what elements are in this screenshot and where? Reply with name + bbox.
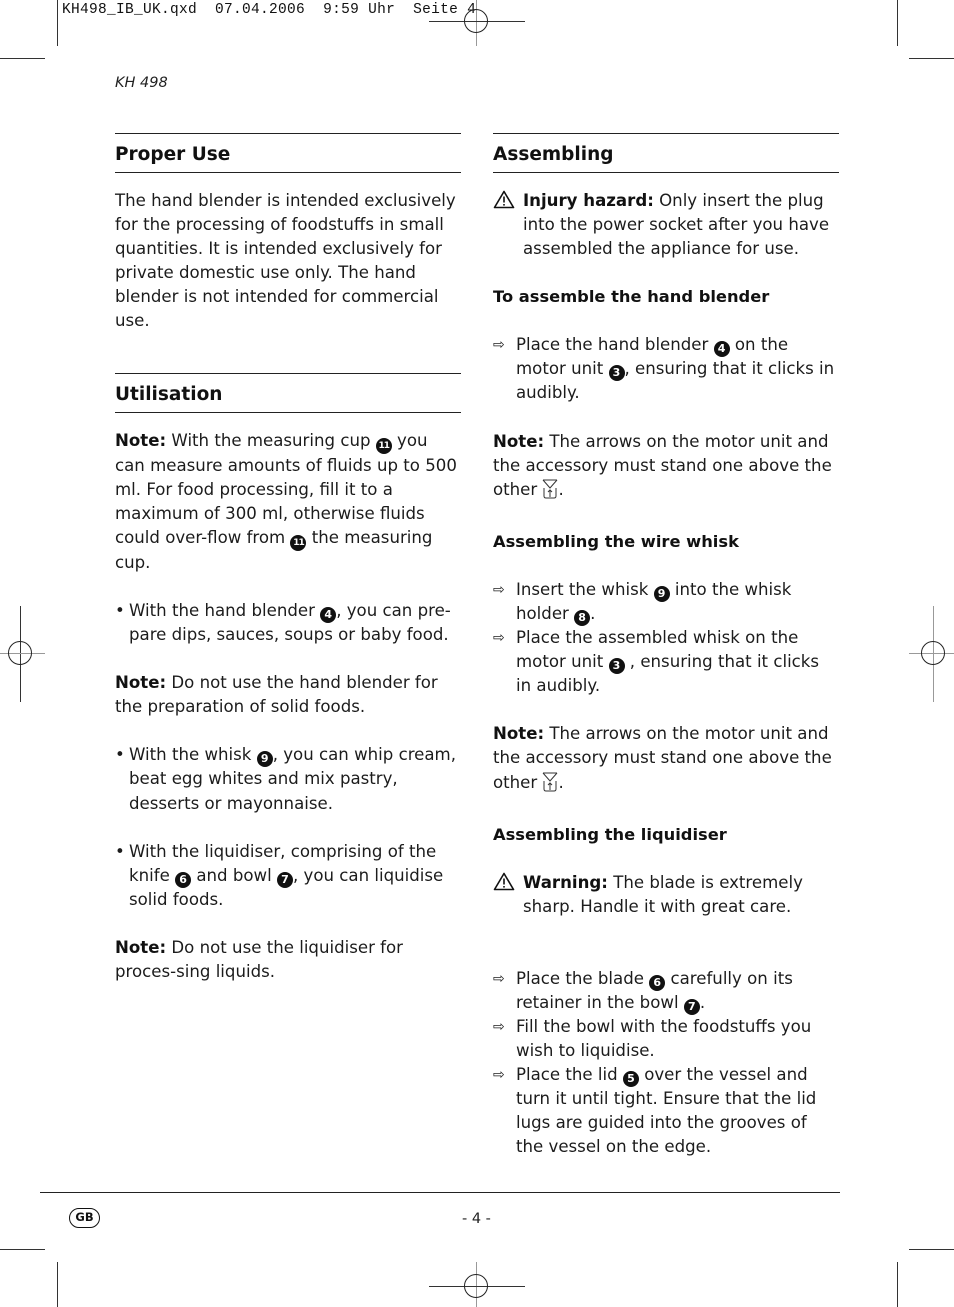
warning-label: Warning: [523, 872, 608, 892]
crop-mark [897, 1262, 898, 1307]
print-slug: KH498_IB_UK.qxd 07.04.2006 9:59 Uhr Seit… [62, 2, 476, 18]
crop-mark [0, 1249, 45, 1250]
crop-mark [909, 1249, 954, 1250]
note-arrows-blender: Note: The arrows on the motor unit and t… [493, 430, 839, 506]
note-label: Note: [115, 673, 167, 693]
subheading-assemble-liquidiser: Assembling the liquidiser [493, 824, 727, 844]
arrow-right-icon: ⇨ [493, 1018, 505, 1035]
step-text: Fill the bowl with the foodstuffs you wi… [516, 1016, 812, 1061]
proper-use-text: The hand blender is intended exclusively… [115, 191, 456, 331]
bullet-text: and bowl [191, 865, 277, 885]
registration-mark [921, 641, 945, 665]
slug-date: 07.04.2006 [215, 2, 306, 18]
step-text: Insert the whisk [516, 579, 654, 599]
note-arrows-whisk: Note: The arrows on the motor unit and t… [493, 722, 839, 798]
arrow-right-icon: ⇨ [493, 630, 505, 647]
bullet-icon: • [115, 745, 125, 765]
subheading-assemble-whisk: Assembling the wire whisk [493, 531, 739, 551]
bullet-whisk: • With the whisk 9, you can whip cream, b… [115, 743, 461, 815]
part-number-badge: 4 [320, 606, 337, 623]
part-number-badge: 11 [375, 437, 392, 454]
step-place-whisk: ⇨ Place the assembled whisk on the motor… [493, 626, 839, 698]
slug-time: 9:59 Uhr [323, 2, 396, 18]
subheading-assemble-hand-blender: To assemble the hand blender [493, 287, 770, 307]
part-number-badge: 3 [608, 658, 625, 675]
note-text: . [558, 479, 564, 499]
note-label: Note: [115, 937, 167, 957]
crop-mark [57, 0, 58, 46]
left-column: Proper Use The hand blender is intended … [115, 133, 461, 984]
note-label: Note: [493, 431, 545, 451]
note-text: . [558, 772, 564, 792]
part-number-badge: 5 [622, 1071, 639, 1088]
part-number-badge: 4 [713, 341, 730, 358]
step-insert-whisk: ⇨ Insert the whisk 9 into the whisk holde… [493, 578, 839, 626]
bullet-icon: • [115, 600, 125, 620]
alignment-arrows-icon [542, 772, 558, 799]
note-text: With the measuring cup [166, 430, 376, 450]
section-heading-proper-use: Proper Use [115, 144, 231, 165]
hazard-label: Injury hazard: [523, 191, 654, 210]
bullet-liquidiser: • With the liquidiser, comprising of the … [115, 840, 461, 912]
arrow-right-icon: ⇨ [493, 581, 505, 598]
registration-mark [464, 1274, 488, 1298]
step-place-lid: ⇨ Place the lid 5 over the vessel and tur… [493, 1063, 839, 1159]
part-number-badge: 6 [175, 871, 192, 888]
crop-mark [897, 0, 898, 46]
step-text: Place the lid [516, 1065, 623, 1085]
country-badge: GB [69, 1208, 100, 1228]
arrow-right-icon: ⇨ [493, 970, 505, 987]
part-number-badge: 9 [256, 751, 273, 768]
step-text: Place the hand blender [516, 335, 714, 355]
warning-triangle-icon [493, 872, 515, 898]
arrow-right-icon: ⇨ [493, 1067, 505, 1084]
crop-mark [909, 58, 954, 59]
step-text: . [590, 603, 596, 623]
part-number-badge: 8 [574, 609, 591, 626]
crop-mark [57, 1262, 58, 1307]
right-column: Assembling Injury hazard: Only insert th… [493, 133, 839, 1160]
note-label: Note: [115, 430, 167, 450]
injury-hazard-warning: Injury hazard: Only insert the plug into… [493, 189, 839, 261]
part-number-badge: 6 [649, 974, 666, 991]
registration-mark [464, 9, 488, 33]
registration-mark [8, 641, 32, 665]
part-number-badge: 7 [683, 998, 700, 1015]
footer-rule [40, 1192, 840, 1193]
step-text: Place the blade [516, 968, 650, 988]
alignment-arrows-icon [542, 479, 558, 506]
part-number-badge: 7 [276, 871, 293, 888]
warning-triangle-icon [493, 190, 515, 216]
bullet-hand-blender: • With the hand blender 4, you can pre-pa… [115, 599, 461, 647]
blade-warning: Warning: The blade is extremely sharp. H… [493, 871, 839, 919]
model-header: KH 498 [115, 75, 168, 91]
bullet-text: With the whisk [129, 745, 257, 765]
step-text: . [699, 992, 706, 1012]
crop-mark [0, 58, 45, 59]
note-liquids: Note: Do not use the liquidiser for proc… [115, 936, 461, 984]
section-heading-utilisation: Utilisation [115, 383, 223, 405]
bullet-icon: • [115, 841, 125, 861]
section-heading-assembling: Assembling [493, 144, 614, 165]
part-number-badge: 3 [608, 365, 625, 382]
note-measuring-cup: Note: With the measuring cup 11 you can … [115, 429, 461, 575]
part-number-badge: 11 [290, 534, 307, 551]
slug-filename: KH498_IB_UK.qxd [62, 2, 198, 18]
part-number-badge: 9 [653, 585, 670, 602]
step-place-blade: ⇨ Place the blade 6 carefully on its reta… [493, 967, 839, 1015]
step-fill-bowl: ⇨ Fill the bowl with the foodstuffs you w… [493, 1015, 839, 1063]
step-place-hand-blender: ⇨ Place the hand blender 4 on the motor u… [493, 333, 839, 405]
note-solid-foods: Note: Do not use the hand blender for th… [115, 671, 461, 719]
arrow-right-icon: ⇨ [493, 337, 505, 354]
bullet-text: With the hand blender [129, 600, 321, 620]
page-number: - 4 - [462, 1211, 491, 1227]
note-label: Note: [493, 724, 545, 744]
